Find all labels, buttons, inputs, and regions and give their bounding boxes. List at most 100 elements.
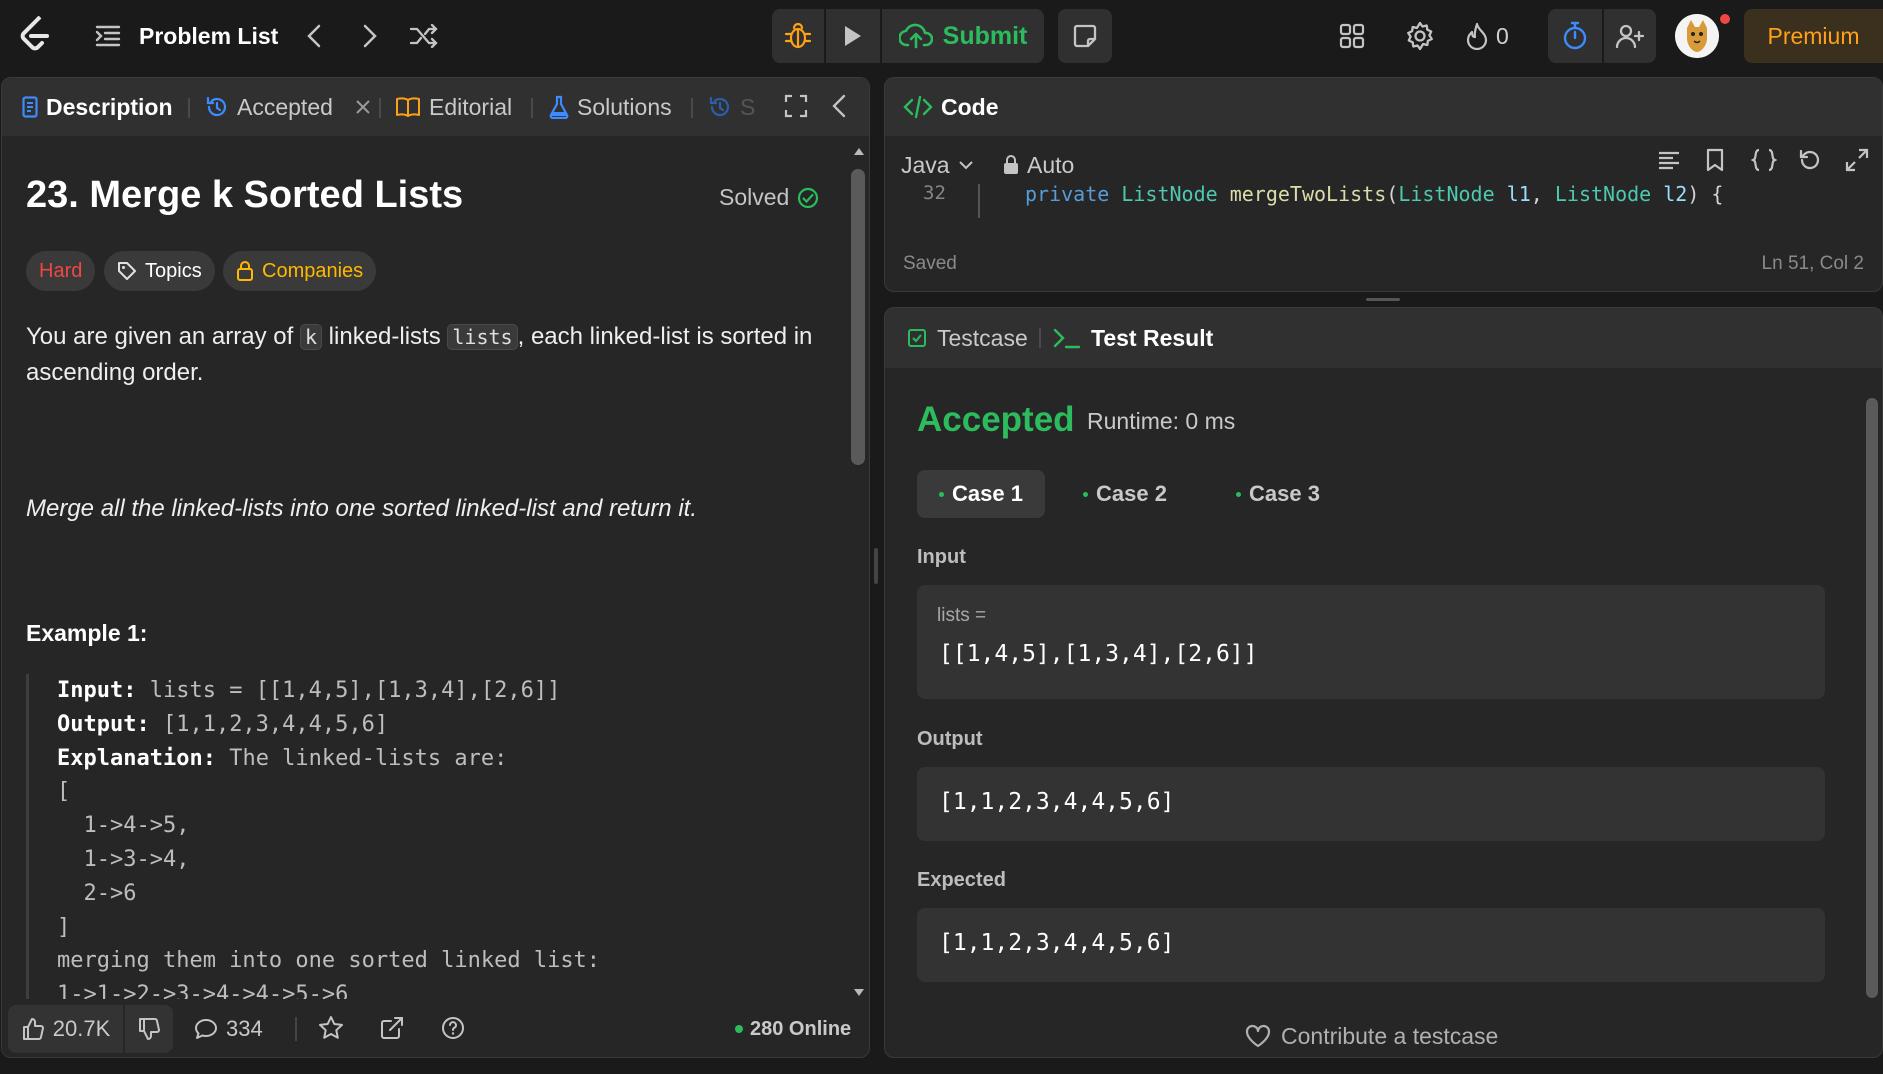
tab-divider [1039,328,1041,348]
premium-button[interactable]: Premium [1744,9,1883,63]
like-count: 20.7K [52,1016,111,1041]
add-collaborator-button[interactable] [1604,9,1656,63]
share-button[interactable] [379,1015,405,1041]
test-tab-bar: Testcase Test Result [885,308,1882,368]
output-box: [1,1,2,3,4,4,5,6] [917,767,1825,841]
output-value: [1,1,2,3,4,4,5,6] [149,711,389,737]
settings-button[interactable] [1401,17,1439,55]
question-icon [442,1017,464,1039]
problem-task: Merge all the linked-lists into one sort… [26,495,697,522]
desc-text: linked-lists [322,323,448,350]
bookmark-icon [1706,148,1724,172]
footer-divider [295,1017,297,1041]
list-icon[interactable] [94,22,122,50]
star-icon [319,1016,343,1039]
previous-problem-button[interactable] [298,20,330,52]
help-button[interactable] [440,1015,466,1041]
play-icon [845,26,861,46]
problem-title: 23. Merge k Sorted Lists [26,174,464,216]
input-box: lists = [[1,4,5],[1,3,4],[2,6]] [917,585,1825,699]
checkbox-icon [908,329,926,347]
problem-list-link[interactable]: Problem List [139,20,278,52]
test-result-panel: Testcase Test Result Accepted Runtime: 0… [884,307,1883,1058]
solved-label: Solved [719,184,790,210]
like-button[interactable]: 20.7K [8,1005,123,1053]
example-output-line: Output: [1,1,2,3,4,4,5,6] [57,708,826,742]
next-problem-button[interactable] [354,20,386,52]
tab-editorial[interactable]: Editorial [395,78,512,136]
language-selector[interactable]: Java [901,148,974,182]
pass-dot [1236,491,1241,497]
case-tab-2[interactable]: Case 2 [1061,470,1189,518]
grid-layout-icon [1339,23,1365,49]
code-editor[interactable]: 32 private ListNode mergeTwoLists(ListNo… [885,184,1882,218]
auto-mode-toggle[interactable]: Auto [1003,148,1074,182]
bookmark-button[interactable] [1705,148,1725,172]
notes-button[interactable] [1058,9,1112,63]
maximize-editor-button[interactable] [1845,148,1869,172]
output-label: Output: [57,711,150,737]
output-label: Output [917,728,983,750]
check-circle-icon [798,187,819,208]
tab-test-result[interactable]: Test Result [1053,308,1213,368]
inline-code-k: k [299,324,323,350]
comments-button[interactable]: 334 [194,1005,263,1053]
contribute-testcase-button[interactable]: Contribute a testcase [1245,1020,1498,1052]
case-tab-1[interactable]: Case 1 [917,470,1045,518]
topics-tag[interactable]: Topics [104,251,215,291]
code-token: ListNode [1121,184,1218,206]
timer-button[interactable] [1548,9,1602,63]
add-user-icon [1615,24,1645,49]
terminal-icon [1053,328,1081,349]
example-line: 1->4->5, [57,813,190,839]
thumbs-up-icon [22,1018,44,1040]
companies-tag[interactable]: Companies [223,251,377,291]
horizontal-resize-handle[interactable] [1366,298,1400,301]
explanation-label: Explanation: [57,745,216,771]
output-value: [1,1,2,3,4,4,5,6] [939,789,1175,815]
code-panel: Code Java Auto 32 private ListNode merge… [884,77,1883,292]
expected-label: Expected [917,869,1006,891]
tab-description[interactable]: Description [22,78,173,136]
case-tab-3[interactable]: Case 3 [1214,470,1342,518]
example-line: 2->6 [57,880,137,906]
difficulty-badge: Hard [26,251,96,291]
scrollbar-thumb[interactable] [851,169,865,465]
comment-count: 334 [226,1016,263,1041]
tab-editorial-label: Editorial [429,93,513,120]
code-header: Code [885,78,1882,136]
vertical-resize-handle[interactable] [874,548,878,584]
submit-button[interactable]: Submit [882,9,1044,63]
format-button[interactable] [1657,148,1681,172]
run-button[interactable] [826,9,880,63]
tab-accepted[interactable]: Accepted [205,78,371,136]
online-label: 280 Online [750,1017,852,1040]
result-scrollbar-thumb[interactable] [1866,398,1878,998]
dislike-button[interactable] [125,1005,173,1053]
input-value: lists = [[1,4,5],[1,3,4],[2,6]] [136,678,561,703]
user-avatar[interactable] [1675,14,1719,58]
shuffle-button[interactable] [406,19,442,53]
example-explanation-line: Explanation: The linked-lists are: [57,742,826,776]
tab-solutions[interactable]: Solutions [549,78,672,136]
tab-testcase[interactable]: Testcase [907,308,1028,368]
leetcode-logo[interactable] [14,14,56,56]
thumbs-down-icon [139,1018,160,1040]
reset-code-button[interactable] [1798,148,1822,172]
favorite-button[interactable] [318,1015,344,1041]
braces-button[interactable] [1751,148,1777,172]
layout-button[interactable] [1334,18,1370,54]
tab-submissions-label: S [740,93,756,120]
online-indicator [735,1025,743,1033]
tab-submissions[interactable]: S [708,78,755,136]
debug-button[interactable] [772,9,824,63]
collapse-panel-icon[interactable] [832,94,846,118]
cloud-upload-icon [898,23,933,49]
streak-counter[interactable]: 0 [1466,17,1509,55]
chevron-down-icon [958,161,973,170]
fullscreen-icon[interactable] [784,94,808,118]
flask-icon [549,95,569,119]
line-number: 32 [923,184,946,204]
cursor-position: Ln 51, Col 2 [1761,253,1864,274]
align-left-icon [1659,151,1679,170]
